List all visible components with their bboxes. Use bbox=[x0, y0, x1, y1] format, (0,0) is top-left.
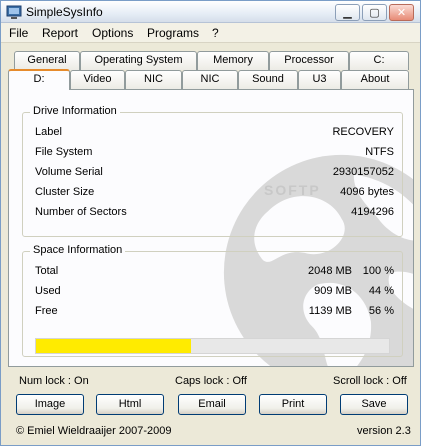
drive-info-title: Drive Information bbox=[30, 105, 120, 117]
maximize-button[interactable]: ▢ bbox=[362, 4, 387, 21]
usage-progress-fill bbox=[36, 339, 192, 353]
total-label: Total bbox=[35, 265, 59, 277]
menu-file[interactable]: File bbox=[9, 26, 28, 40]
cluster-size-label: Cluster Size bbox=[35, 186, 95, 198]
minimize-icon: ▁ bbox=[343, 7, 352, 19]
close-button[interactable]: ✕ bbox=[389, 4, 414, 21]
tab-drive-d[interactable]: D: bbox=[8, 69, 70, 90]
tab-about[interactable]: About bbox=[341, 70, 409, 89]
file-system-label: File System bbox=[35, 146, 93, 158]
label-label: Label bbox=[35, 126, 62, 138]
used-label: Used bbox=[35, 285, 61, 297]
used-pct: 44 % bbox=[368, 285, 394, 297]
minimize-button[interactable]: ▁ bbox=[335, 4, 360, 21]
scroll-lock-status: Scroll lock : Off bbox=[333, 375, 407, 387]
caps-lock-status: Caps lock : Off bbox=[175, 375, 247, 387]
copyright-text: © Emiel Wieldraaijer 2007-2009 bbox=[16, 425, 172, 437]
close-icon: ✕ bbox=[396, 7, 407, 19]
tab-nic-2[interactable]: NIC bbox=[182, 70, 238, 89]
used-mb: 909 MB bbox=[314, 285, 352, 297]
tab-memory[interactable]: Memory bbox=[197, 51, 269, 70]
tab-sound[interactable]: Sound bbox=[238, 70, 298, 89]
email-button[interactable]: Email bbox=[178, 394, 246, 415]
tab-panel: SOFTP Drive Information Label RECOVERY F… bbox=[8, 89, 414, 367]
tab-u3[interactable]: U3 bbox=[298, 70, 341, 89]
free-pct: 56 % bbox=[368, 305, 394, 317]
version-text: version 2.3 bbox=[357, 425, 411, 437]
space-info-group: Space Information Total 2048 MB 100 % Us… bbox=[22, 244, 403, 357]
app-window: SimpleSysInfo ▁ ▢ ✕ File Report Options … bbox=[0, 0, 421, 446]
sectors-value: 4194296 bbox=[351, 206, 394, 218]
window-title: SimpleSysInfo bbox=[26, 5, 103, 19]
volume-serial-label: Volume Serial bbox=[35, 166, 103, 178]
volume-serial-value: 2930157052 bbox=[332, 166, 394, 178]
tab-drive-c[interactable]: C: bbox=[349, 51, 409, 70]
save-button[interactable]: Save bbox=[340, 394, 408, 415]
sectors-label: Number of Sectors bbox=[35, 206, 127, 218]
menu-report[interactable]: Report bbox=[42, 26, 78, 40]
tab-operating-system[interactable]: Operating System bbox=[80, 51, 197, 70]
menu-help[interactable]: ? bbox=[212, 26, 219, 40]
tab-processor[interactable]: Processor bbox=[269, 51, 349, 70]
menu-bar: File Report Options Programs ? bbox=[1, 23, 420, 43]
menu-programs[interactable]: Programs bbox=[147, 26, 199, 40]
tab-general[interactable]: General bbox=[14, 51, 80, 70]
app-icon bbox=[6, 5, 22, 19]
html-button[interactable]: Html bbox=[96, 394, 164, 415]
drive-info-group: Drive Information Label RECOVERY File Sy… bbox=[22, 105, 403, 237]
free-label: Free bbox=[35, 305, 58, 317]
cluster-size-value: 4096 bytes bbox=[340, 186, 394, 198]
total-mb: 2048 MB bbox=[307, 265, 352, 277]
space-info-title: Space Information bbox=[30, 244, 126, 256]
label-value: RECOVERY bbox=[332, 126, 394, 138]
num-lock-status: Num lock : On bbox=[19, 375, 89, 387]
title-bar[interactable]: SimpleSysInfo ▁ ▢ ✕ bbox=[1, 1, 420, 23]
image-button[interactable]: Image bbox=[16, 394, 84, 415]
print-button[interactable]: Print bbox=[259, 394, 327, 415]
menu-options[interactable]: Options bbox=[92, 26, 133, 40]
tab-nic-1[interactable]: NIC bbox=[125, 70, 182, 89]
maximize-icon: ▢ bbox=[369, 7, 380, 19]
free-mb: 1139 MB bbox=[308, 305, 352, 317]
total-pct: 100 % bbox=[362, 265, 394, 277]
usage-progress-bar bbox=[35, 338, 390, 354]
tab-video[interactable]: Video bbox=[70, 70, 125, 89]
file-system-value: NTFS bbox=[365, 146, 394, 158]
